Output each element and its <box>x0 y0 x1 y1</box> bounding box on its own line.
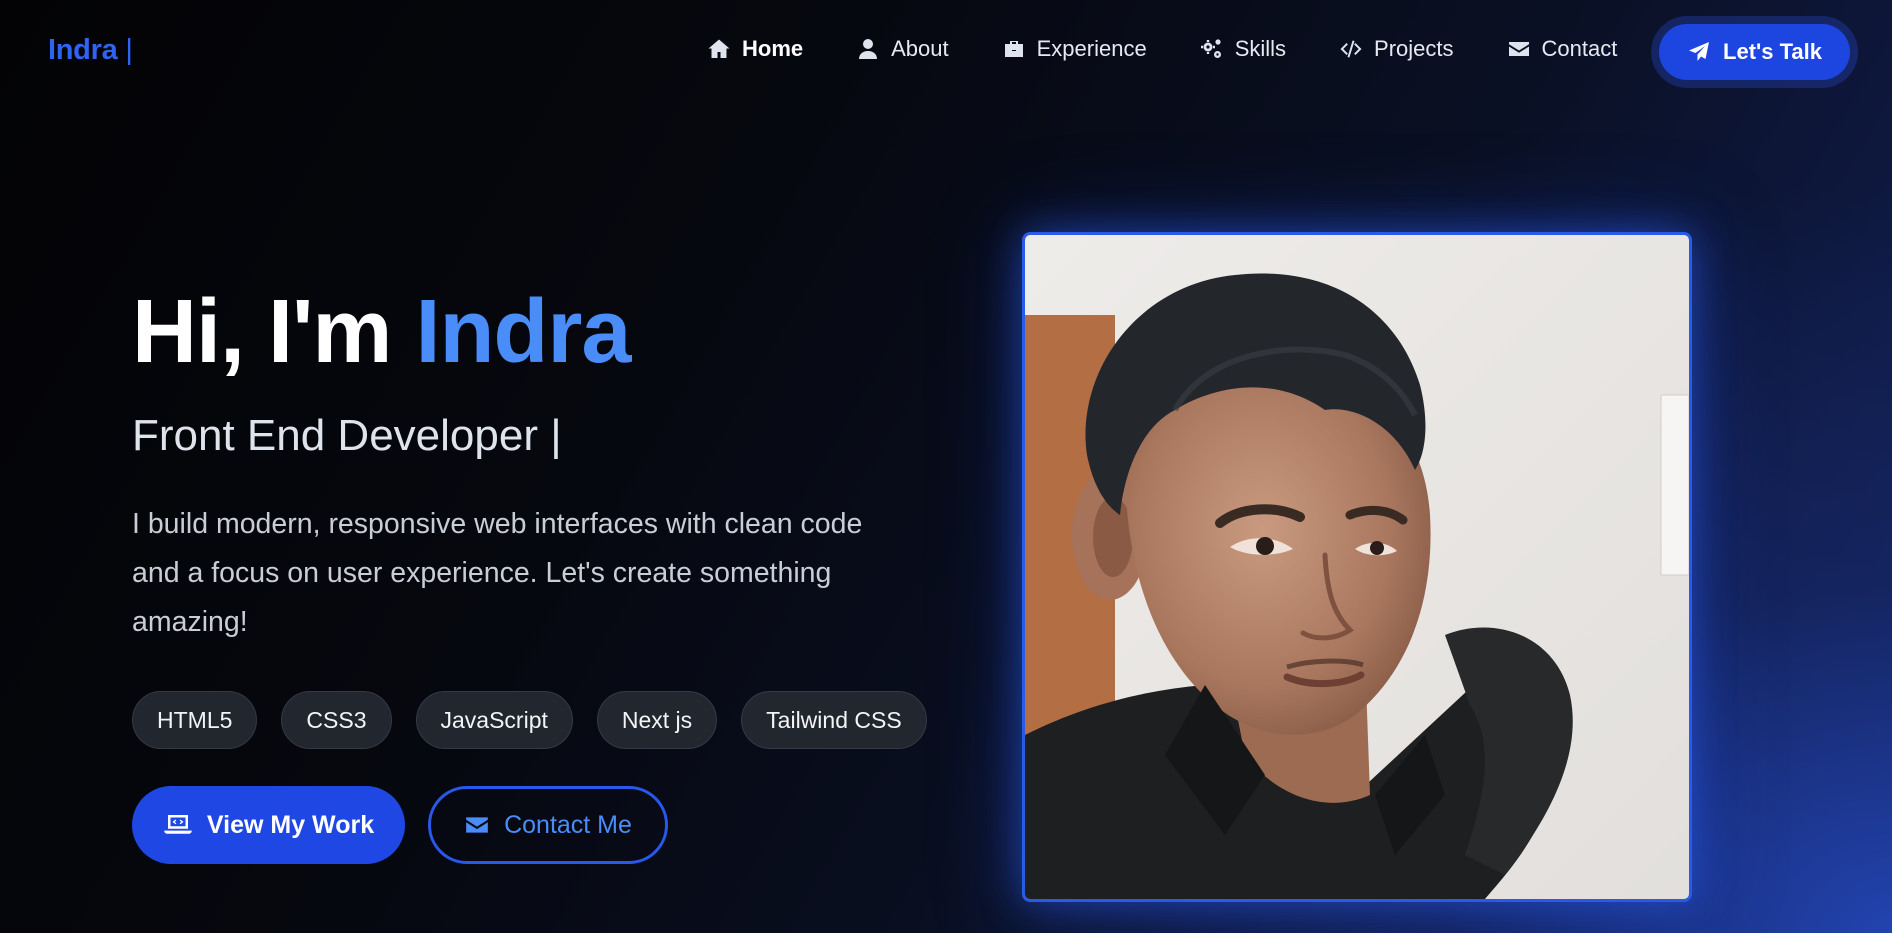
nav-item-label: Skills <box>1234 36 1287 61</box>
hero-name: Indra <box>415 282 631 382</box>
briefcase-icon <box>1001 36 1027 62</box>
contact-me-label: Contact Me <box>504 810 632 839</box>
nav-item-projects[interactable]: Projects <box>1338 36 1454 62</box>
nav-item-label: About <box>891 36 949 61</box>
skill-chip: CSS3 <box>281 691 392 749</box>
laptop-code-icon <box>164 815 192 834</box>
nav-links: Home About Experience Skills Projects Co… <box>706 36 1669 62</box>
contact-me-button[interactable]: Contact Me <box>428 786 668 864</box>
hero-role: Front End Developer | <box>132 411 562 460</box>
nav-item-skills[interactable]: Skills <box>1199 36 1286 62</box>
lets-talk-label: Let's Talk <box>1723 39 1822 64</box>
skill-chip: Tailwind CSS <box>741 691 927 749</box>
navbar: Indra | Home About Experience Skills Pro… <box>0 0 1892 104</box>
nav-item-home[interactable]: Home <box>706 36 803 62</box>
nav-item-label: Experience <box>1036 36 1147 61</box>
hero-greeting: Hi, I'm <box>132 282 416 382</box>
skill-chips: HTML5 CSS3 JavaScript Next js Tailwind C… <box>132 691 951 749</box>
skill-chip: Next js <box>596 691 718 749</box>
gears-icon <box>1199 36 1225 62</box>
code-icon <box>1338 36 1364 62</box>
nav-item-contact[interactable]: Contact <box>1506 36 1618 62</box>
logo-caret: | <box>125 34 133 66</box>
site-logo[interactable]: Indra | <box>48 34 133 67</box>
nav-item-about[interactable]: About <box>855 36 949 62</box>
paper-plane-icon <box>1689 42 1710 61</box>
nav-item-label: Home <box>742 36 804 61</box>
lets-talk-button[interactable]: Let's Talk <box>1659 24 1850 80</box>
profile-photo <box>1022 232 1692 902</box>
cta-glow: Let's Talk <box>1651 16 1858 88</box>
logo-text: Indra <box>48 34 118 66</box>
hero-description: I build modern, responsive web interface… <box>132 508 863 638</box>
nav-item-label: Projects <box>1374 36 1454 61</box>
view-my-work-label: View My Work <box>206 810 375 839</box>
nav-item-label: Contact <box>1541 36 1618 61</box>
view-my-work-button[interactable]: View My Work <box>132 786 405 864</box>
skill-chip: JavaScript <box>415 691 573 749</box>
portrait-illustration <box>1025 235 1689 899</box>
user-icon <box>855 36 881 62</box>
envelope-icon <box>1506 36 1532 62</box>
nav-item-experience[interactable]: Experience <box>1001 36 1147 62</box>
skill-chip: HTML5 <box>132 691 258 749</box>
envelope-icon <box>466 817 488 833</box>
hero-heading: Hi, I'm Indra <box>132 282 632 382</box>
home-icon <box>706 36 732 62</box>
